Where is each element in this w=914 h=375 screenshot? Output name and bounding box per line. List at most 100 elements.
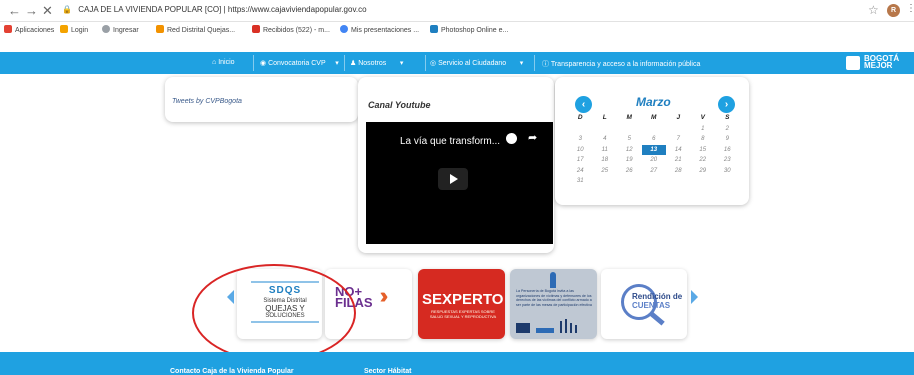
calendar-week: 10 11 12 13 14 15 16 bbox=[568, 144, 740, 156]
calendar-day[interactable]: 23 bbox=[715, 155, 740, 166]
banner-rendicion-cuentas[interactable]: Rendición de CUENTAS bbox=[601, 269, 687, 339]
weekday: L bbox=[602, 114, 607, 121]
nav-label: Inicio bbox=[218, 59, 235, 66]
bookmarks-bar: Aplicaciones Login Ingresar Red Distrita… bbox=[0, 22, 914, 38]
calendar-week: 31 bbox=[568, 176, 740, 187]
calendar-day[interactable]: 27 bbox=[642, 166, 667, 177]
calendar-prev-button[interactable]: ‹ bbox=[575, 96, 592, 113]
calendar-day[interactable]: 14 bbox=[666, 145, 691, 156]
carousel-next-icon[interactable] bbox=[691, 290, 698, 304]
nav-label: Nosotros bbox=[358, 60, 387, 67]
bookmark-recibidos[interactable]: Recibidos (522) - m... bbox=[252, 25, 330, 34]
address-url: https://www.cajaviviendapopular.gov.co bbox=[227, 5, 367, 14]
people-icon: ♟ bbox=[350, 60, 359, 67]
calendar-day[interactable]: 31 bbox=[568, 176, 593, 187]
calendar-grid: D L M M J V S 1 2 3 4 5 6 7 8 9 10 11 12 13 14 15 16 17 1… bbox=[568, 113, 740, 187]
calendar-day[interactable]: 3 bbox=[568, 134, 593, 145]
bookmark-label: Recibidos (522) - m... bbox=[263, 27, 330, 34]
calendar-day[interactable]: 6 bbox=[642, 134, 667, 145]
presentations-icon bbox=[340, 25, 348, 33]
calendar-next-button[interactable]: › bbox=[718, 96, 735, 113]
bookmark-label: Aplicaciones bbox=[15, 27, 55, 34]
banner-personeria[interactable]: La Personería de Bogotá invita a las org… bbox=[510, 269, 597, 339]
calendar-day bbox=[617, 176, 642, 187]
calendar-day[interactable]: 17 bbox=[568, 155, 593, 166]
bookmark-aplicaciones[interactable]: Aplicaciones bbox=[4, 25, 54, 34]
calendar-day[interactable]: 9 bbox=[715, 134, 740, 145]
calendar-day[interactable]: 29 bbox=[691, 166, 716, 177]
bookmark-presentaciones[interactable]: Mis presentaciones ... bbox=[340, 25, 419, 34]
banner-sexperto[interactable]: SEXPERTO RESPUESTAS EXPERTAS SOBRE SALUD… bbox=[418, 269, 505, 339]
nav-item-nosotros[interactable]: ♟ Nosotros ▾ bbox=[350, 59, 403, 67]
watch-later-icon[interactable] bbox=[506, 133, 517, 144]
share-icon[interactable]: ➦ bbox=[528, 131, 537, 144]
calendar-day[interactable]: 22 bbox=[691, 155, 716, 166]
weekday: M bbox=[626, 114, 632, 121]
calendar-day bbox=[666, 124, 691, 135]
bookmark-red-distrital[interactable]: Red Distrital Quejas... bbox=[156, 25, 235, 34]
nav-item-servicio[interactable]: ◎ Servicio al Ciudadano ▾ bbox=[430, 59, 523, 67]
browser-toolbar: ← → ✕ 🔒 CAJA DE LA VIVIENDA POPULAR [CO]… bbox=[0, 0, 914, 22]
calendar-day[interactable]: 28 bbox=[666, 166, 691, 177]
forward-arrow-icon[interactable]: → bbox=[25, 3, 38, 18]
personeria-logos bbox=[516, 319, 577, 333]
rendicion-line2: CUENTAS bbox=[632, 301, 671, 310]
bookmark-label: Ingresar bbox=[113, 27, 139, 34]
calendar-weekdays: D L M M J V S bbox=[568, 113, 740, 124]
calendar-day[interactable]: 10 bbox=[568, 145, 593, 156]
calendar-day[interactable]: 19 bbox=[617, 155, 642, 166]
pencil-icon bbox=[550, 272, 556, 288]
calendar-day[interactable]: 30 bbox=[715, 166, 740, 177]
calendar-day[interactable]: 16 bbox=[715, 145, 740, 156]
calendar-week: 17 18 19 20 21 22 23 bbox=[568, 155, 740, 166]
weekday: M bbox=[651, 114, 657, 121]
calendar-day[interactable]: 4 bbox=[593, 134, 618, 145]
menu-kebab-icon[interactable]: ⋮ bbox=[906, 3, 914, 14]
calendar-day[interactable]: 2 bbox=[715, 124, 740, 135]
play-icon[interactable] bbox=[438, 168, 468, 190]
calendar-day[interactable]: 15 bbox=[691, 145, 716, 156]
calendar-day[interactable]: 8 bbox=[691, 134, 716, 145]
back-arrow-icon[interactable]: ← bbox=[8, 3, 21, 18]
bookmark-star-icon[interactable]: ☆ bbox=[868, 3, 879, 17]
calendar-day bbox=[593, 124, 618, 135]
calendar-day[interactable]: 24 bbox=[568, 166, 593, 177]
sexperto-title: SEXPERTO bbox=[422, 291, 504, 308]
calendar-day[interactable]: 11 bbox=[593, 145, 618, 156]
rdq-icon bbox=[156, 25, 164, 33]
calendar-day[interactable]: 7 bbox=[666, 134, 691, 145]
calendar-day bbox=[568, 124, 593, 135]
bookmark-ingresar[interactable]: Ingresar bbox=[102, 25, 139, 34]
calendar-day[interactable]: 21 bbox=[666, 155, 691, 166]
calendar-week: 12 bbox=[568, 124, 740, 135]
calendar-day[interactable]: 25 bbox=[593, 166, 618, 177]
youtube-video-player[interactable]: La vía que transform... ➦ bbox=[366, 122, 553, 244]
highlight-circle bbox=[192, 264, 356, 362]
footer-sector: Sector Hábitat bbox=[364, 368, 412, 375]
tweets-link[interactable]: Tweets by CVPBogota bbox=[172, 98, 242, 105]
nav-item-inicio[interactable]: ⌂ Inicio bbox=[212, 59, 235, 66]
bookmark-photoshop[interactable]: Photoshop Online e... bbox=[430, 25, 508, 34]
calendar-widget: ‹ Marzo › D L M M J V S 1 2 3 4 5 6 7 8 9 10 11 12 1… bbox=[555, 77, 749, 205]
site-footer: Contacto Caja de la Vivienda Popular Sec… bbox=[0, 352, 914, 375]
apps-grid-icon bbox=[4, 25, 12, 33]
calendar-day[interactable]: 26 bbox=[617, 166, 642, 177]
calendar-day[interactable]: 5 bbox=[617, 134, 642, 145]
weekday: J bbox=[676, 114, 681, 121]
calendar-today[interactable]: 13 bbox=[641, 144, 666, 155]
calendar-day[interactable]: 20 bbox=[642, 155, 667, 166]
calendar-day[interactable]: 18 bbox=[593, 155, 618, 166]
calendar-day bbox=[715, 176, 740, 187]
youtube-widget: Canal Youtube La vía que transform... ➦ bbox=[358, 77, 554, 253]
bookmark-login[interactable]: Login bbox=[60, 25, 88, 34]
address-bar[interactable]: 🔒 CAJA DE LA VIVIENDA POPULAR [CO] | htt… bbox=[62, 5, 367, 14]
close-icon[interactable]: ✕ bbox=[42, 3, 53, 19]
avatar[interactable]: R bbox=[887, 4, 900, 17]
calendar-day[interactable]: 1 bbox=[691, 124, 716, 135]
nav-item-transparencia[interactable]: ⓘ Transparencia y acceso a la informació… bbox=[542, 59, 700, 69]
nav-item-convocatoria[interactable]: ◉ Convocatoria CVP ▾ bbox=[260, 59, 339, 67]
video-title[interactable]: La vía que transform... bbox=[400, 136, 500, 147]
bookmark-label: Login bbox=[71, 27, 89, 34]
nav-label: Convocatoria CVP bbox=[268, 60, 326, 67]
calendar-day[interactable]: 12 bbox=[617, 145, 642, 156]
